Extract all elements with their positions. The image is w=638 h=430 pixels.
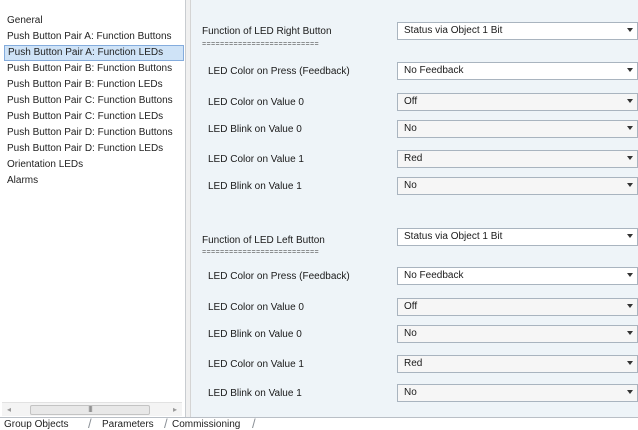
function-led-left-dropdown[interactable]: Status via Object 1 Bit (397, 228, 638, 246)
nav-item-pair-d-buttons[interactable]: Push Button Pair D: Function Buttons (4, 125, 184, 141)
nav-horizontal-scrollbar[interactable]: ◂ III ▸ (2, 402, 182, 416)
parameter-navigation: General Push Button Pair A: Function But… (0, 0, 186, 417)
chevron-down-icon (627, 361, 633, 365)
chevron-down-icon (627, 126, 633, 130)
nav-list: General Push Button Pair A: Function But… (4, 13, 184, 189)
chevron-down-icon (627, 273, 633, 277)
dropdown-value: Red (404, 153, 423, 164)
right-led-color-press-dropdown[interactable]: No Feedback (397, 62, 638, 80)
param-label: LED Blink on Value 0 (208, 329, 302, 340)
param-label: LED Color on Press (Feedback) (208, 66, 350, 77)
dropdown-value: Off (404, 96, 418, 107)
chevron-down-icon (627, 68, 633, 72)
param-label: LED Blink on Value 1 (208, 181, 302, 192)
tab-commissioning[interactable]: Commissioning (172, 418, 240, 430)
scroll-left-arrow-icon[interactable]: ◂ (2, 403, 16, 417)
chevron-down-icon (627, 234, 633, 238)
nav-item-pair-c-leds[interactable]: Push Button Pair C: Function LEDs (4, 109, 184, 125)
left-led-color-value0-dropdown[interactable]: Off (397, 298, 638, 316)
chevron-down-icon (627, 331, 633, 335)
section-heading-right-button: Function of LED Right Button (202, 26, 332, 37)
tab-divider: / (252, 416, 256, 430)
dropdown-value: No (404, 328, 417, 339)
chevron-down-icon (627, 390, 633, 394)
nav-item-pair-c-buttons[interactable]: Push Button Pair C: Function Buttons (4, 93, 184, 109)
scrollbar-thumb[interactable]: III (30, 405, 150, 415)
left-led-blink-value0-dropdown[interactable]: No (397, 325, 638, 343)
param-label: LED Color on Value 1 (208, 154, 304, 165)
param-label: LED Blink on Value 0 (208, 124, 302, 135)
section-heading-left-button: Function of LED Left Button (202, 235, 325, 246)
left-led-blink-value1-dropdown[interactable]: No (397, 384, 638, 402)
chevron-down-icon (627, 28, 633, 32)
tab-group-objects[interactable]: Group Objects (4, 418, 68, 430)
right-led-color-value0-dropdown[interactable]: Off (397, 93, 638, 111)
nav-item-pair-a-buttons[interactable]: Push Button Pair A: Function Buttons (4, 29, 184, 45)
chevron-down-icon (627, 304, 633, 308)
chevron-down-icon (627, 99, 633, 103)
section-separator: ========================== (202, 41, 320, 49)
chevron-down-icon (627, 156, 633, 160)
dropdown-value: No Feedback (404, 270, 464, 281)
tab-divider: / (88, 416, 92, 430)
nav-item-pair-a-leds[interactable]: Push Button Pair A: Function LEDs (4, 45, 184, 61)
left-led-color-value1-dropdown[interactable]: Red (397, 355, 638, 373)
dropdown-value: No Feedback (404, 65, 464, 76)
dropdown-value: Status via Object 1 Bit (404, 231, 503, 242)
param-label: LED Color on Press (Feedback) (208, 271, 350, 282)
scroll-right-arrow-icon[interactable]: ▸ (168, 403, 182, 417)
nav-item-pair-b-buttons[interactable]: Push Button Pair B: Function Buttons (4, 61, 184, 77)
bottom-tab-bar: Group Objects / Parameters / Commissioni… (0, 417, 638, 430)
chevron-down-icon (627, 183, 633, 187)
dropdown-value: No (404, 180, 417, 191)
left-led-color-press-dropdown[interactable]: No Feedback (397, 267, 638, 285)
nav-item-alarms[interactable]: Alarms (4, 173, 184, 189)
function-led-right-dropdown[interactable]: Status via Object 1 Bit (397, 22, 638, 40)
dropdown-value: Off (404, 301, 418, 312)
nav-item-general[interactable]: General (4, 13, 184, 29)
param-label: LED Color on Value 1 (208, 359, 304, 370)
param-label: LED Color on Value 0 (208, 97, 304, 108)
param-label: LED Blink on Value 1 (208, 388, 302, 399)
right-led-color-value1-dropdown[interactable]: Red (397, 150, 638, 168)
nav-item-pair-b-leds[interactable]: Push Button Pair B: Function LEDs (4, 77, 184, 93)
right-led-blink-value0-dropdown[interactable]: No (397, 120, 638, 138)
dropdown-value: Status via Object 1 Bit (404, 25, 503, 36)
section-separator: ========================== (202, 249, 320, 257)
right-led-blink-value1-dropdown[interactable]: No (397, 177, 638, 195)
dropdown-value: No (404, 123, 417, 134)
nav-item-pair-d-leds[interactable]: Push Button Pair D: Function LEDs (4, 141, 184, 157)
param-label: LED Color on Value 0 (208, 302, 304, 313)
dropdown-value: Red (404, 358, 423, 369)
nav-item-orientation-leds[interactable]: Orientation LEDs (4, 157, 184, 173)
tab-divider: / (164, 416, 168, 430)
tab-parameters[interactable]: Parameters (102, 418, 154, 430)
dropdown-value: No (404, 387, 417, 398)
parameters-panel: Function of LED Right Button ===========… (191, 0, 638, 417)
